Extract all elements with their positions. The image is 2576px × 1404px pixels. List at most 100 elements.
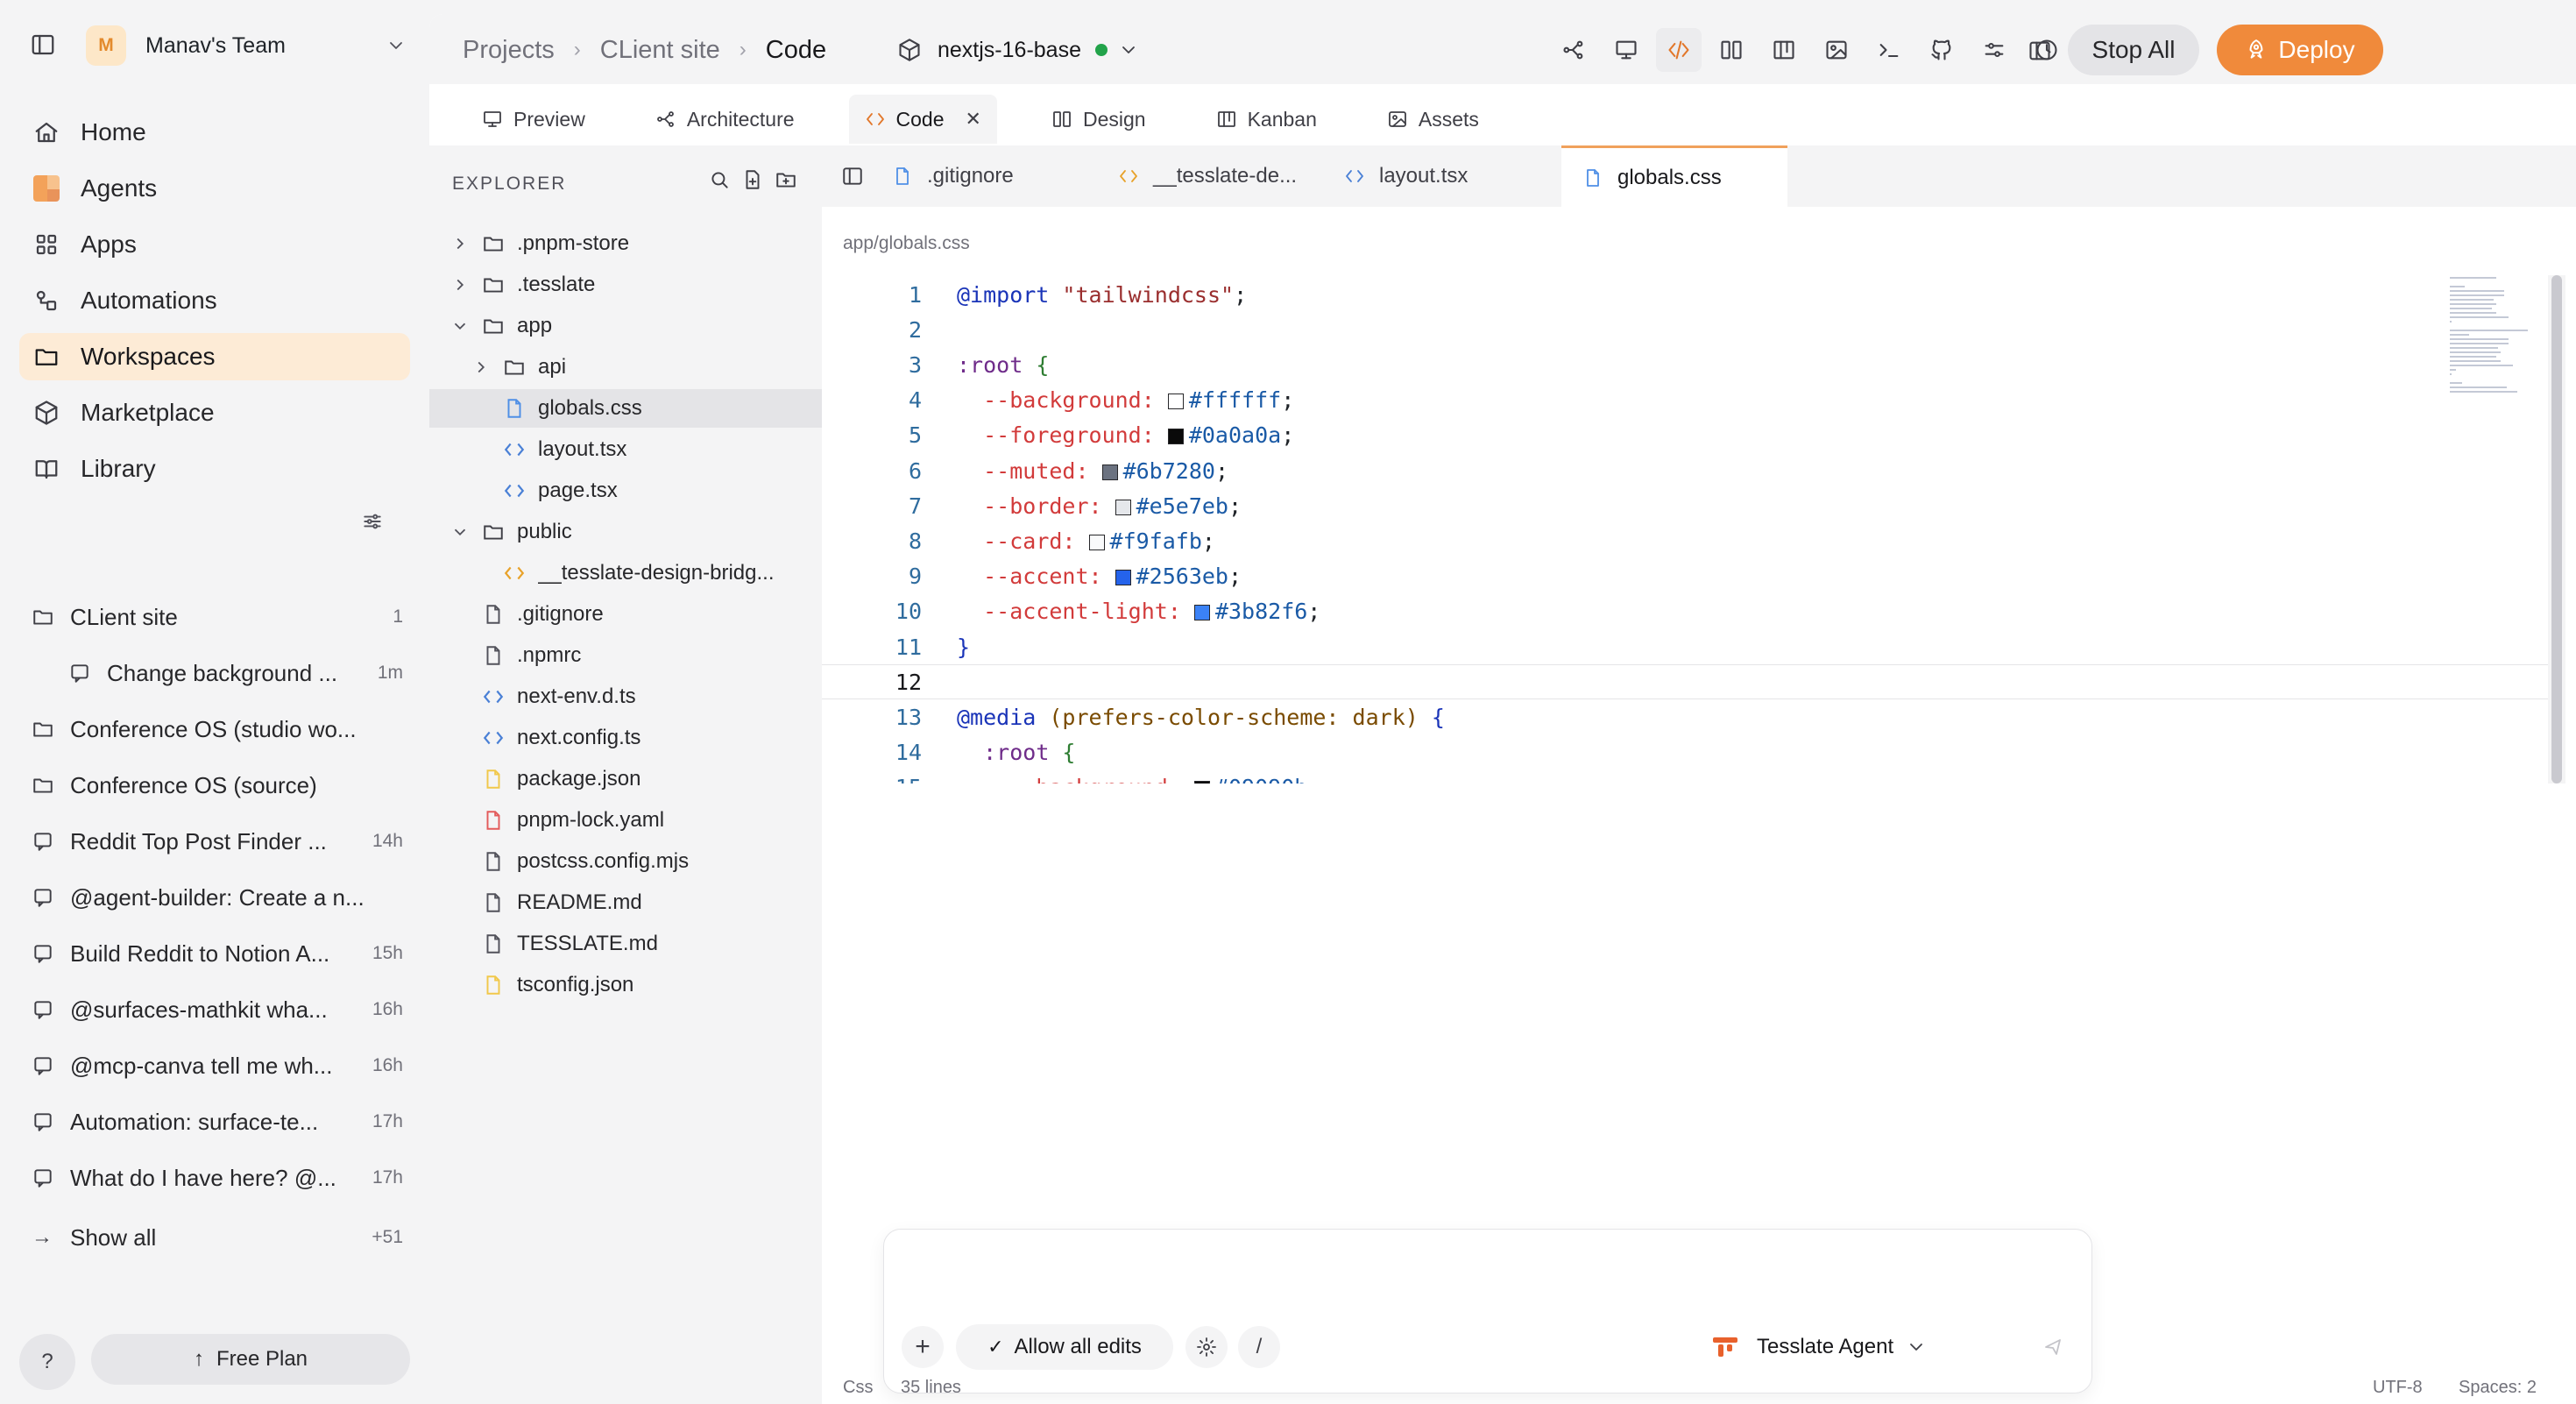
tree-file[interactable]: .npmrc: [429, 636, 822, 675]
tab-kanban[interactable]: Kanban: [1200, 95, 1333, 144]
send-button[interactable]: [2032, 1326, 2074, 1368]
tab-preview[interactable]: Preview: [466, 95, 601, 144]
split-editor-icon[interactable]: [822, 145, 883, 207]
nav-item-home[interactable]: Home: [19, 109, 410, 156]
tree-folder[interactable]: public: [429, 513, 822, 551]
editor-scrollbar[interactable]: [2548, 275, 2565, 784]
agent-chat-box[interactable]: + ✓ Allow all edits / Tesslate Agent: [883, 1229, 2092, 1393]
conversation-item[interactable]: What do I have here? @... 17h: [32, 1159, 403, 1197]
nav-item-apps[interactable]: Apps: [19, 221, 410, 268]
conversation-item[interactable]: Change background ... 1m: [68, 654, 403, 692]
tree-file[interactable]: README.md: [429, 883, 822, 922]
conversation-item[interactable]: Build Reddit to Notion A... 15h: [32, 934, 403, 973]
crumb-projects[interactable]: Projects: [463, 36, 555, 65]
color-swatch[interactable]: [1167, 394, 1184, 410]
terminal-tool-icon[interactable]: [1866, 28, 1912, 72]
conversation-item[interactable]: Reddit Top Post Finder ... 14h: [32, 822, 403, 861]
nav-item-agents[interactable]: Agents: [19, 165, 410, 212]
image-tool-icon[interactable]: [1814, 28, 1859, 72]
new-file-icon[interactable]: [741, 168, 764, 191]
color-swatch[interactable]: [1193, 781, 1210, 784]
code-area[interactable]: 1 @import "tailwindcss"; 2 3:root {4 --back…: [822, 275, 2548, 784]
help-button[interactable]: ?: [19, 1334, 75, 1390]
color-swatch[interactable]: [1115, 570, 1131, 586]
team-switcher[interactable]: M Manav's Team: [86, 25, 407, 67]
nav-item-library[interactable]: Library: [19, 445, 410, 493]
project-item[interactable]: CLient site 1: [32, 598, 403, 636]
crumb-project[interactable]: CLient site: [600, 36, 720, 65]
agent-selector[interactable]: Tesslate Agent: [1713, 1324, 1927, 1370]
github-tool-icon[interactable]: [1919, 28, 1964, 72]
tree-folder[interactable]: .pnpm-store: [429, 224, 822, 263]
nav-item-marketplace[interactable]: Marketplace: [19, 389, 410, 436]
nav-item-automations[interactable]: Automations: [19, 277, 410, 324]
tree-file[interactable]: tsconfig.json: [429, 966, 822, 1004]
tree-file[interactable]: page.tsx: [429, 472, 822, 510]
file-tab[interactable]: __tesslate-de...: [1109, 145, 1318, 207]
file-tab[interactable]: layout.tsx: [1335, 145, 1544, 207]
chat-settings-button[interactable]: [1185, 1326, 1228, 1368]
project-item[interactable]: Conference OS (studio wo...: [32, 710, 403, 748]
chat-icon: [34, 1113, 52, 1131]
tab-architecture[interactable]: Architecture: [640, 95, 810, 144]
conversation-item[interactable]: @agent-builder: Create a n...: [32, 878, 403, 917]
tree-file[interactable]: .gitignore: [429, 595, 822, 634]
allow-all-edits-toggle[interactable]: ✓ Allow all edits: [956, 1324, 1173, 1370]
sliders-tool-icon[interactable]: [1971, 28, 2017, 72]
status-encoding[interactable]: UTF-8: [2373, 1378, 2423, 1398]
chevron-right-icon: ›: [573, 38, 581, 61]
stop-all-button[interactable]: Stop All: [2068, 25, 2199, 75]
new-folder-icon[interactable]: [775, 168, 797, 191]
tab-assets[interactable]: Assets: [1371, 95, 1495, 144]
tree-file[interactable]: postcss.config.mjs: [429, 842, 822, 881]
tree-file[interactable]: globals.css: [429, 389, 822, 428]
slash-command-button[interactable]: /: [1238, 1326, 1280, 1368]
tab-code[interactable]: Code ✕: [848, 95, 997, 144]
tree-file[interactable]: pnpm-lock.yaml: [429, 801, 822, 840]
tree-file[interactable]: package.json: [429, 760, 822, 798]
tree-folder[interactable]: app: [429, 307, 822, 345]
code-token: {: [1431, 704, 1445, 730]
close-icon[interactable]: ✕: [966, 108, 981, 131]
status-language[interactable]: Css: [843, 1378, 873, 1398]
tree-file[interactable]: next-env.d.ts: [429, 677, 822, 716]
nav-item-workspaces[interactable]: Workspaces: [19, 333, 410, 380]
tree-file[interactable]: layout.tsx: [429, 430, 822, 469]
scrollbar-thumb[interactable]: [2551, 275, 2562, 784]
tab-design[interactable]: Design: [1036, 95, 1162, 144]
plan-label: Free Plan: [216, 1347, 308, 1371]
tree-file[interactable]: next.config.ts: [429, 719, 822, 757]
design-tool-icon[interactable]: [1709, 28, 1754, 72]
color-swatch[interactable]: [1167, 429, 1184, 445]
file-tab[interactable]: .gitignore: [883, 145, 1092, 207]
status-spaces[interactable]: Spaces: 2: [2459, 1378, 2537, 1398]
conversation-item[interactable]: @surfaces-mathkit wha... 16h: [32, 990, 403, 1029]
show-all-link[interactable]: → Show all +51: [32, 1218, 403, 1257]
sidebar-toggle-icon[interactable]: [30, 32, 56, 58]
tree-folder[interactable]: .tesslate: [429, 266, 822, 304]
code-tool-icon[interactable]: [1656, 28, 1702, 72]
tree-file[interactable]: __tesslate-design-bridg...: [429, 554, 822, 592]
kanban-tool-icon[interactable]: [1761, 28, 1807, 72]
conversation-item[interactable]: Automation: surface-te... 17h: [32, 1103, 403, 1141]
deploy-button[interactable]: Deploy: [2217, 25, 2383, 75]
nav-label: Library: [81, 455, 156, 482]
panel-toggle-icon[interactable]: [2028, 30, 2052, 63]
filter-icon[interactable]: [361, 510, 384, 533]
architecture-tool-icon[interactable]: [1551, 28, 1596, 72]
color-swatch[interactable]: [1101, 464, 1118, 480]
minimap[interactable]: [2450, 277, 2537, 400]
project-item[interactable]: Conference OS (source): [32, 766, 403, 805]
tree-folder[interactable]: api: [429, 348, 822, 386]
free-plan-button[interactable]: ↑ Free Plan: [91, 1334, 410, 1385]
search-icon[interactable]: [708, 168, 731, 191]
color-swatch[interactable]: [1088, 534, 1105, 550]
color-swatch[interactable]: [1193, 605, 1210, 621]
conversation-item[interactable]: @mcp-canva tell me wh... 16h: [32, 1046, 403, 1085]
tree-file[interactable]: TESSLATE.md: [429, 925, 822, 963]
file-tab[interactable]: globals.css: [1561, 145, 1787, 207]
preview-tool-icon[interactable]: [1603, 28, 1649, 72]
color-swatch[interactable]: [1115, 499, 1131, 515]
branch-selector[interactable]: nextjs-16-base: [897, 30, 1155, 70]
add-attachment-button[interactable]: +: [902, 1326, 944, 1368]
